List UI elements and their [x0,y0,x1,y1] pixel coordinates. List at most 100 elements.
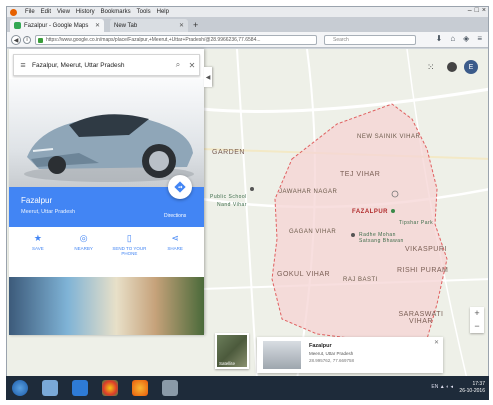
home-icon[interactable]: ⌂ [450,34,455,43]
place-panel: ≡ Fazalpur, Meerut, Uttar Pradesh ⌕ ✕ Fa… [9,49,204,335]
menu-history[interactable]: History [76,9,95,15]
collapse-panel-button[interactable]: ◀ [204,67,212,87]
mini-card-subtitle: Meerut, Uttar Pradesh [309,351,354,356]
browser-search-input[interactable]: Search [324,35,416,45]
language-indicator[interactable]: EN [431,384,438,390]
map-label: VIKASPURI [405,246,447,253]
maps-search-box[interactable]: ≡ Fazalpur, Meerut, Uttar Pradesh ⌕ ✕ [13,54,200,76]
satellite-label: Satellite [219,361,236,366]
action-label: SAVE [32,246,44,251]
chrome-icon[interactable] [102,380,118,396]
app-icon[interactable] [162,380,178,396]
place-mini-card[interactable]: Fazalpur Meerut, Uttar Pradesh 28.995762… [257,337,443,373]
info-icon[interactable]: i [23,36,31,44]
map-label: Radhe Mohan Satsang Bhawan [359,232,404,244]
zoom-in-button[interactable]: + [474,307,479,320]
place-photo[interactable] [9,79,204,187]
system-tray-icons[interactable]: EN ▲ ◐ ◂ [431,384,453,390]
zoom-control: + − [470,307,484,333]
minimize-button[interactable]: – [468,7,472,14]
map-label: RISHI PURAM [397,267,449,274]
clock-date: 26-10-2016 [459,388,485,394]
place-header: Fazalpur Meerut, Uttar Pradesh Direction… [9,175,204,227]
firefox-logo-icon [10,8,17,16]
save-button[interactable]: ★ SAVE [20,233,56,273]
search-placeholder: Search [333,37,349,43]
internet-explorer-icon[interactable] [72,380,88,396]
navigation-bar: ◀ i https://www.google.co.in/maps/place/… [7,32,488,48]
file-explorer-icon[interactable] [42,380,58,396]
hamburger-menu-icon[interactable]: ≡ [14,60,32,70]
maximize-button[interactable]: □ [475,7,479,14]
menu-edit[interactable]: Edit [41,9,51,15]
start-button[interactable] [12,380,28,396]
nearby-button[interactable]: ◎ NEARBY [66,233,102,273]
toolbar-icons: ⬇ ⌂ ◈ ≡ [436,34,482,43]
tab-bar: Fazalpur - Google Maps ✕ New Tab ✕ + [7,17,488,32]
tab-new-tab[interactable]: New Tab ✕ [110,19,188,32]
menu-bar: File Edit View History Bookmarks Tools H… [7,7,488,17]
tab-label: New Tab [114,22,138,29]
clock-time: 17:37 [472,381,485,387]
download-icon[interactable]: ⬇ [436,34,443,43]
close-tab-icon[interactable]: ✕ [95,22,100,29]
maps-search-input[interactable]: Fazalpur, Meerut, Uttar Pradesh [32,62,171,69]
close-icon[interactable]: ✕ [434,339,439,346]
map-label: RAJ BASTI [343,277,378,283]
clock[interactable]: 17:37 26-10-2016 [459,381,485,395]
place-actions: ★ SAVE ◎ NEARBY ▯ SEND TO YOUR PHONE ⋖ S… [9,233,204,273]
action-label: SHARE [167,246,183,251]
phone-icon: ▯ [126,233,132,243]
menu-help[interactable]: Help [157,9,169,15]
nearby-icon: ◎ [79,233,88,243]
avatar[interactable]: E [464,60,478,74]
mini-card-coordinates: 28.995762, 77.669758 [309,358,355,363]
close-tab-icon[interactable]: ✕ [179,22,184,29]
map-label: FAZALPUR [352,209,388,215]
map-label: GARDEN [212,149,245,156]
photo-strip[interactable] [9,277,204,335]
close-window-button[interactable]: × [482,7,486,14]
bookmark-icon: ★ [33,233,42,243]
car-image [24,114,194,182]
satellite-toggle[interactable]: Satellite [215,333,249,369]
share-icon: ⋖ [171,233,179,243]
pocket-icon[interactable]: ◈ [463,34,469,43]
action-label: SEND TO YOUR PHONE [112,246,147,256]
share-button[interactable]: ⋖ SHARE [157,233,193,273]
map-label: Nand Vihar [217,202,247,208]
firefox-icon[interactable] [132,380,148,396]
window-controls: – □ × [468,7,486,14]
directions-label[interactable]: Directions [164,213,186,219]
new-tab-button[interactable]: + [193,20,198,30]
url-bar[interactable]: https://www.google.co.in/maps/place/Faza… [35,35,317,45]
back-button[interactable]: ◀ [11,35,21,45]
menu-file[interactable]: File [25,9,35,15]
notifications-icon[interactable] [447,62,457,72]
map-label: Public School [210,194,247,200]
zoom-out-button[interactable]: − [474,320,479,333]
map-label: JAWAHAR NAGAR [279,189,338,195]
apps-grid-icon[interactable]: ⁙ [427,62,435,73]
tab-label: Fazalpur - Google Maps [24,22,89,29]
map-label: TEJ VIHAR [340,171,381,178]
tab-google-maps[interactable]: Fazalpur - Google Maps ✕ [10,19,104,32]
map-label: Tipshar Park [399,220,434,226]
menu-tools[interactable]: Tools [137,9,151,15]
send-to-phone-button[interactable]: ▯ SEND TO YOUR PHONE [111,233,147,273]
search-icon[interactable]: ⌕ [171,60,185,70]
browser-window: File Edit View History Bookmarks Tools H… [6,6,489,400]
place-title: Fazalpur [21,196,53,205]
maps-favicon-icon [14,22,21,29]
mini-card-title: Fazalpur [309,343,332,349]
directions-icon [174,181,186,193]
menu-icon[interactable]: ≡ [477,34,482,43]
url-text: https://www.google.co.in/maps/place/Faza… [46,37,261,43]
directions-button[interactable] [168,175,192,199]
menu-bookmarks[interactable]: Bookmarks [101,9,131,15]
clear-search-icon[interactable]: ✕ [185,61,199,70]
lock-icon [38,38,43,43]
taskbar: EN ▲ ◐ ◂ 17:37 26-10-2016 [6,376,489,400]
action-label: NEARBY [74,246,93,251]
menu-view[interactable]: View [57,9,70,15]
